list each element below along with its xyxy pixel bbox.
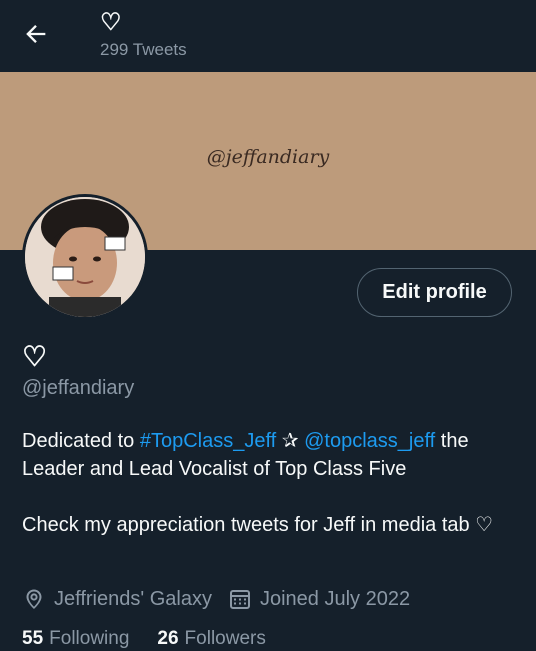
tweet-count: 299 Tweets: [100, 40, 187, 59]
mention-link[interactable]: @topclass_jeff: [304, 430, 435, 452]
avatar[interactable]: [22, 194, 148, 320]
back-button[interactable]: [22, 20, 50, 48]
joined-item: Joined July 2022: [228, 587, 410, 611]
location-text: Jeffriends' Galaxy: [54, 587, 212, 610]
joined-text: Joined July 2022: [259, 587, 411, 610]
hashtag-link[interactable]: #TopClass_Jeff: [140, 430, 276, 452]
avatar-image: [25, 197, 145, 317]
calendar-icon: [229, 590, 250, 609]
following-link[interactable]: 55 Following: [22, 628, 129, 650]
bio-line-1: Dedicated to #TopClass_Jeff ✰ @topclass_…: [22, 427, 522, 483]
followers-link[interactable]: 26 Followers: [157, 628, 265, 650]
top-bar: ♡ 299 Tweets: [0, 0, 536, 70]
arrow-left-icon: [26, 25, 46, 43]
location-item: Jeffriends' Galaxy: [22, 587, 212, 611]
bio-star: ✰: [276, 430, 305, 452]
edit-profile-button[interactable]: Edit profile: [357, 268, 512, 317]
profile-meta: Jeffriends' Galaxy Joined July 2022: [22, 584, 426, 614]
banner-text: @jeffandiary: [206, 146, 330, 168]
header-display-name: ♡: [100, 9, 122, 36]
following-count: 55: [22, 628, 44, 649]
location-pin-icon: [26, 589, 42, 609]
followers-label: Followers: [184, 628, 266, 649]
profile-stats: 55 Following 26 Followers: [22, 628, 294, 650]
bio-line-2: Check my appreciation tweets for Jeff in…: [22, 514, 494, 536]
profile-bio: Dedicated to #TopClass_Jeff ✰ @topclass_…: [22, 427, 522, 539]
profile-display-name: ♡: [22, 341, 48, 372]
bio-prefix: Dedicated to: [22, 430, 140, 452]
profile-handle: @jeffandiary: [22, 377, 135, 399]
following-label: Following: [49, 628, 130, 649]
followers-count: 26: [157, 628, 179, 649]
